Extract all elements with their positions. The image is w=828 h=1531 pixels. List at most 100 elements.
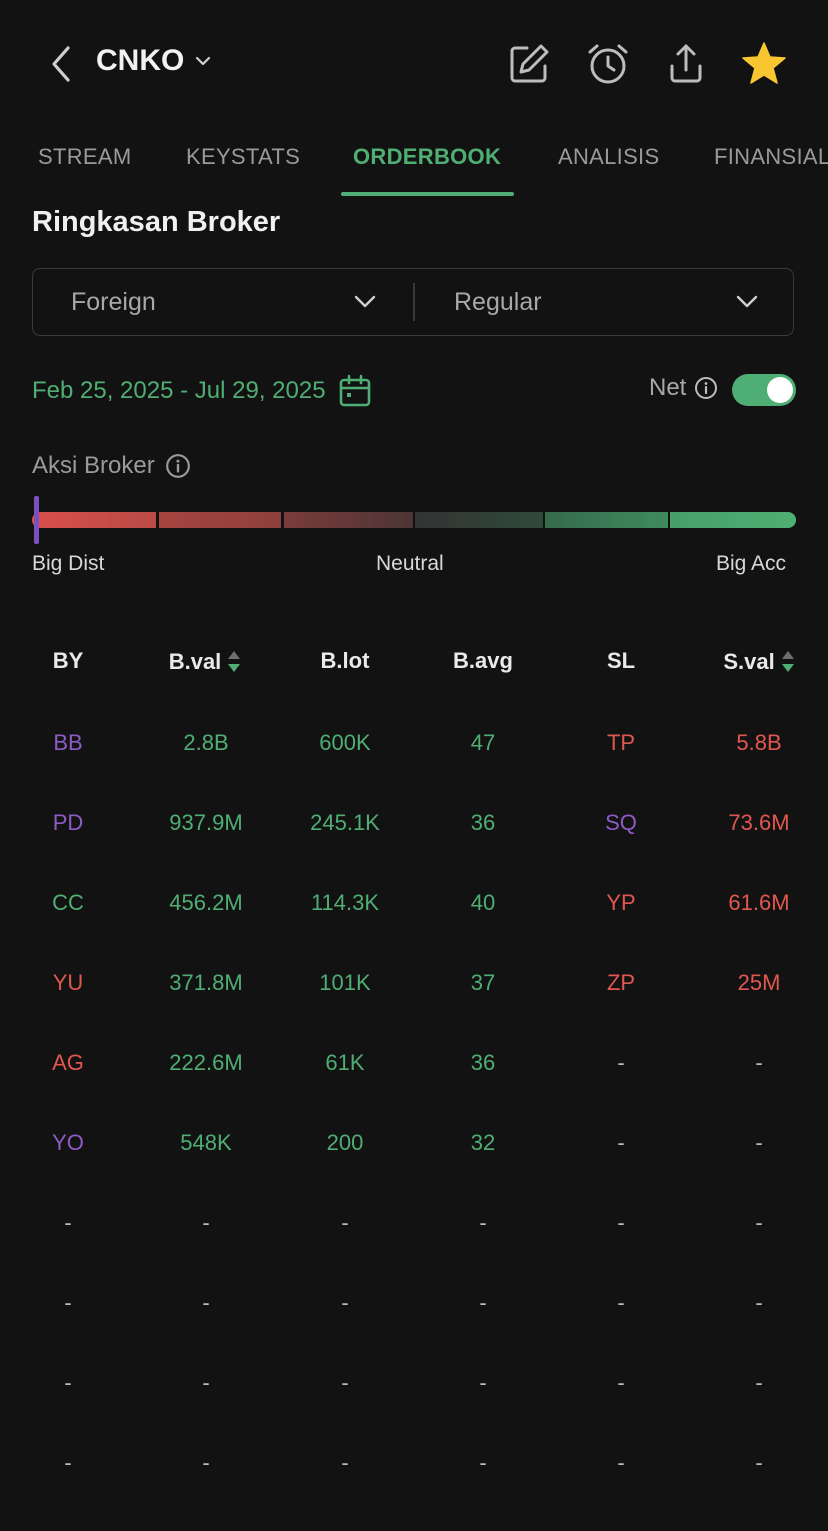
cell-buy-lot: -: [341, 1210, 349, 1235]
cell-sell-value: -: [755, 1130, 763, 1155]
tab-analisis[interactable]: ANALISIS: [558, 144, 659, 170]
cell-seller: -: [617, 1370, 625, 1395]
toggle-knob: [767, 377, 793, 403]
active-tab-indicator: [341, 192, 514, 196]
cell-buyer[interactable]: CC: [0, 890, 138, 916]
column-header-bavg: B.avg: [453, 648, 513, 673]
cell-buy-value: 937.9M: [169, 810, 243, 835]
chevron-down-icon: [354, 295, 376, 308]
section-title: Ringkasan Broker: [32, 206, 281, 238]
cell-buy-lot: 61K: [325, 1050, 365, 1075]
cell-sell-value: -: [755, 1290, 763, 1315]
cell-buyer: -: [64, 1370, 72, 1395]
cell-buy-lot: 114.3K: [310, 890, 380, 915]
back-arrow-icon[interactable]: [44, 42, 80, 86]
cell-buyer[interactable]: YO: [0, 1130, 138, 1156]
cell-buy-value: 2.8B: [183, 730, 229, 755]
column-header-blot: B.lot: [320, 648, 370, 673]
tab-finansial[interactable]: FINANSIAL: [714, 144, 828, 170]
cell-buy-avg: 47: [470, 730, 496, 755]
cell-sell-value: -: [755, 1210, 763, 1235]
bar-segment-acc: [545, 512, 668, 528]
cell-buy-lot: -: [341, 1290, 349, 1315]
cell-buy-avg: -: [479, 1370, 487, 1395]
tab-bar: STREAM KEYSTATS ORDERBOOK ANALISIS FINAN…: [0, 134, 828, 196]
cell-sell-value: -: [755, 1050, 763, 1075]
cell-buyer[interactable]: YU: [0, 970, 138, 996]
filter-box: Foreign Regular: [32, 268, 794, 336]
cell-buy-avg: -: [479, 1290, 487, 1315]
cell-seller: -: [617, 1290, 625, 1315]
cell-sell-value: -: [755, 1370, 763, 1395]
bar-segment-big-dist: [32, 512, 156, 528]
cell-buy-avg: 36: [470, 1050, 496, 1075]
net-label: Net: [649, 374, 687, 401]
scale-center-label: Neutral: [376, 552, 444, 575]
net-toggle[interactable]: [732, 374, 796, 406]
cell-seller[interactable]: ZP: [551, 970, 691, 996]
star-icon[interactable]: [740, 40, 788, 88]
info-icon[interactable]: [165, 453, 191, 479]
cell-buy-avg: 32: [470, 1130, 496, 1155]
tab-keystats[interactable]: KEYSTATS: [186, 144, 300, 170]
bar-segment-small-acc: [415, 512, 543, 528]
cell-seller[interactable]: SQ: [551, 810, 691, 836]
board-type-select[interactable]: Regular: [454, 269, 754, 335]
sort-icon: [781, 651, 794, 672]
bar-segment-dist: [159, 512, 281, 528]
aksi-broker-label-group: Aksi Broker: [32, 452, 191, 480]
date-range-picker[interactable]: Feb 25, 2025 - Jul 29, 2025: [32, 374, 372, 408]
cell-buy-value: -: [202, 1370, 210, 1395]
filter-divider: [413, 283, 415, 321]
edit-icon[interactable]: [505, 40, 553, 88]
aksi-broker-label: Aksi Broker: [32, 452, 155, 479]
broker-action-bar: [32, 496, 796, 544]
cell-sell-value: -: [755, 1450, 763, 1475]
cell-sell-value: 25M: [737, 970, 781, 995]
cell-buy-value: -: [202, 1450, 210, 1475]
cell-buy-avg: -: [479, 1210, 487, 1235]
scale-left-label: Big Dist: [32, 552, 105, 575]
cell-sell-value: 5.8B: [736, 730, 782, 755]
cell-buy-lot: -: [341, 1450, 349, 1475]
cell-seller: -: [617, 1210, 625, 1235]
ticker-selector[interactable]: CNKO: [96, 44, 212, 78]
scale-right-label: Big Acc: [716, 552, 787, 575]
cell-buy-value: 222.6M: [169, 1050, 243, 1075]
alarm-icon[interactable]: [584, 40, 632, 88]
cell-seller: -: [617, 1050, 625, 1075]
cell-buy-avg: 37: [470, 970, 496, 995]
column-header-sval[interactable]: S.val: [704, 648, 814, 676]
bar-segment-small-dist: [284, 512, 413, 528]
ticker-label: CNKO: [96, 44, 185, 77]
cell-sell-value: 73.6M: [728, 810, 790, 835]
cell-buy-lot: 245.1K: [310, 810, 380, 835]
share-icon[interactable]: [662, 40, 710, 88]
cell-sell-value: 61.6M: [728, 890, 790, 915]
cell-seller[interactable]: YP: [551, 890, 691, 916]
date-range-label: Feb 25, 2025 - Jul 29, 2025: [32, 377, 326, 404]
cell-buy-value: -: [202, 1210, 210, 1235]
cell-seller: -: [617, 1450, 625, 1475]
cell-buyer[interactable]: PD: [0, 810, 138, 836]
cell-buy-value: 548K: [180, 1130, 232, 1155]
cell-buy-avg: 36: [470, 810, 496, 835]
cell-seller: -: [617, 1130, 625, 1155]
cell-buy-avg: -: [479, 1450, 487, 1475]
cell-buyer: -: [64, 1450, 72, 1475]
info-icon[interactable]: [694, 376, 718, 400]
cell-buy-value: -: [202, 1290, 210, 1315]
cell-buyer: -: [64, 1210, 72, 1235]
calendar-icon: [339, 374, 370, 407]
column-header-bval[interactable]: B.val: [150, 648, 260, 676]
market-type-select[interactable]: Foreign: [71, 269, 391, 335]
tab-stream[interactable]: STREAM: [38, 144, 131, 170]
net-label-group: Net: [649, 374, 718, 402]
board-type-value: Regular: [454, 287, 542, 316]
cell-buyer[interactable]: BB: [0, 730, 138, 756]
cell-buyer[interactable]: AG: [0, 1050, 138, 1076]
cell-seller[interactable]: TP: [551, 730, 691, 756]
cell-buy-lot: 600K: [319, 730, 371, 755]
tab-orderbook[interactable]: ORDERBOOK: [353, 144, 501, 170]
bar-segment-big-acc: [670, 512, 796, 528]
